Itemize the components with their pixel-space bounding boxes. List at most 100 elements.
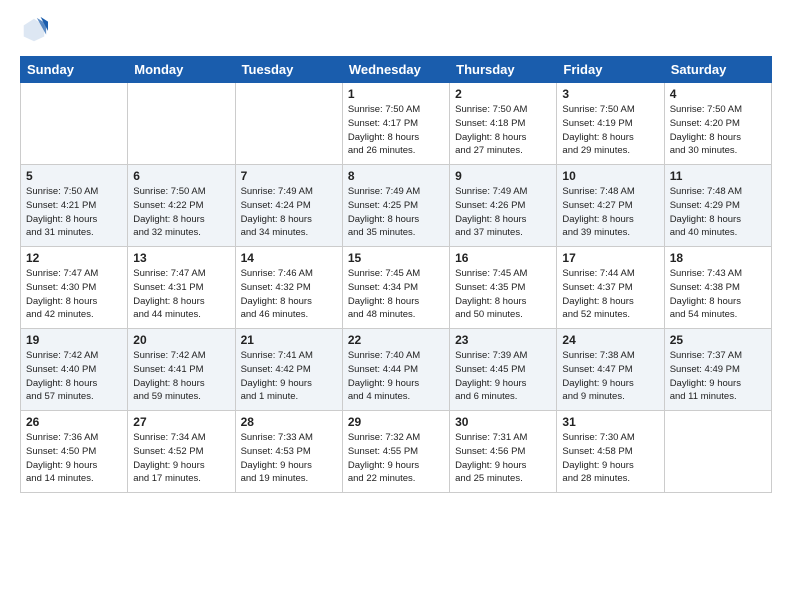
calendar-cell: 27Sunrise: 7:34 AM Sunset: 4:52 PM Dayli…	[128, 411, 235, 493]
cell-info: Sunrise: 7:45 AM Sunset: 4:34 PM Dayligh…	[348, 267, 444, 322]
cell-info: Sunrise: 7:49 AM Sunset: 4:24 PM Dayligh…	[241, 185, 337, 240]
cell-day-number: 2	[455, 87, 551, 101]
calendar-cell: 10 Sunrise: 7:48 AM Sunset: 4:27 PM Dayli…	[557, 165, 664, 247]
cell-info: Sunrise: 7:49 AM Sunset: 4:26 PM Dayligh…	[455, 185, 551, 240]
cell-info: Sunrise: 7:37 AM Sunset: 4:49 PM Dayligh…	[670, 349, 766, 404]
weekday-header-sunday: Sunday	[21, 57, 128, 83]
cell-day-number: 8	[348, 169, 444, 183]
calendar-cell: 29Sunrise: 7:32 AM Sunset: 4:55 PM Dayli…	[342, 411, 449, 493]
calendar-cell: 1 Sunrise: 7:50 AM Sunset: 4:17 PM Daylig…	[342, 83, 449, 165]
cell-info: Sunrise: 7:32 AM Sunset: 4:55 PM Dayligh…	[348, 431, 444, 486]
cell-day-number: 4	[670, 87, 766, 101]
cell-info: Sunrise: 7:46 AM Sunset: 4:32 PM Dayligh…	[241, 267, 337, 322]
cell-day-number: 6	[133, 169, 229, 183]
calendar-cell	[21, 83, 128, 165]
calendar-cell: 15 Sunrise: 7:45 AM Sunset: 4:34 PM Dayli…	[342, 247, 449, 329]
cell-day-number: 30	[455, 415, 551, 429]
calendar-table: SundayMondayTuesdayWednesdayThursdayFrid…	[20, 56, 772, 493]
cell-info: Sunrise: 7:45 AM Sunset: 4:35 PM Dayligh…	[455, 267, 551, 322]
header	[20, 16, 772, 44]
cell-info: Sunrise: 7:50 AM Sunset: 4:22 PM Dayligh…	[133, 185, 229, 240]
cell-day-number: 20	[133, 333, 229, 347]
calendar-cell: 22 Sunrise: 7:40 AM Sunset: 4:44 PM Dayli…	[342, 329, 449, 411]
calendar-cell: 28Sunrise: 7:33 AM Sunset: 4:53 PM Dayli…	[235, 411, 342, 493]
cell-day-number: 23	[455, 333, 551, 347]
cell-info: Sunrise: 7:39 AM Sunset: 4:45 PM Dayligh…	[455, 349, 551, 404]
calendar-cell: 16 Sunrise: 7:45 AM Sunset: 4:35 PM Dayli…	[450, 247, 557, 329]
calendar-cell: 11Sunrise: 7:48 AM Sunset: 4:29 PM Dayli…	[664, 165, 771, 247]
cell-info: Sunrise: 7:47 AM Sunset: 4:31 PM Dayligh…	[133, 267, 229, 322]
week-row-4: 19 Sunrise: 7:42 AM Sunset: 4:40 PM Dayli…	[21, 329, 772, 411]
cell-info: Sunrise: 7:42 AM Sunset: 4:41 PM Dayligh…	[133, 349, 229, 404]
calendar-cell: 26Sunrise: 7:36 AM Sunset: 4:50 PM Dayli…	[21, 411, 128, 493]
weekday-header-monday: Monday	[128, 57, 235, 83]
cell-day-number: 7	[241, 169, 337, 183]
cell-day-number: 3	[562, 87, 658, 101]
weekday-header-tuesday: Tuesday	[235, 57, 342, 83]
calendar-cell: 19 Sunrise: 7:42 AM Sunset: 4:40 PM Dayli…	[21, 329, 128, 411]
cell-info: Sunrise: 7:38 AM Sunset: 4:47 PM Dayligh…	[562, 349, 658, 404]
calendar-cell: 5 Sunrise: 7:50 AM Sunset: 4:21 PM Daylig…	[21, 165, 128, 247]
calendar-cell: 18Sunrise: 7:43 AM Sunset: 4:38 PM Dayli…	[664, 247, 771, 329]
cell-day-number: 10	[562, 169, 658, 183]
cell-info: Sunrise: 7:49 AM Sunset: 4:25 PM Dayligh…	[348, 185, 444, 240]
cell-info: Sunrise: 7:50 AM Sunset: 4:21 PM Dayligh…	[26, 185, 122, 240]
cell-day-number: 22	[348, 333, 444, 347]
calendar-cell: 20 Sunrise: 7:42 AM Sunset: 4:41 PM Dayli…	[128, 329, 235, 411]
cell-day-number: 5	[26, 169, 122, 183]
cell-day-number: 26	[26, 415, 122, 429]
week-row-2: 5 Sunrise: 7:50 AM Sunset: 4:21 PM Daylig…	[21, 165, 772, 247]
cell-info: Sunrise: 7:50 AM Sunset: 4:19 PM Dayligh…	[562, 103, 658, 158]
cell-day-number: 9	[455, 169, 551, 183]
logo	[20, 16, 50, 44]
page: SundayMondayTuesdayWednesdayThursdayFrid…	[0, 0, 792, 509]
calendar-cell: 2Sunrise: 7:50 AM Sunset: 4:18 PM Daylig…	[450, 83, 557, 165]
calendar-cell: 31 Sunrise: 7:30 AM Sunset: 4:58 PM Dayli…	[557, 411, 664, 493]
calendar-cell	[235, 83, 342, 165]
calendar-cell	[664, 411, 771, 493]
calendar-cell: 25 Sunrise: 7:37 AM Sunset: 4:49 PM Dayli…	[664, 329, 771, 411]
weekday-header-saturday: Saturday	[664, 57, 771, 83]
logo-icon	[20, 16, 48, 44]
cell-day-number: 31	[562, 415, 658, 429]
calendar-cell: 9 Sunrise: 7:49 AM Sunset: 4:26 PM Daylig…	[450, 165, 557, 247]
calendar-cell: 4Sunrise: 7:50 AM Sunset: 4:20 PM Daylig…	[664, 83, 771, 165]
cell-day-number: 17	[562, 251, 658, 265]
cell-day-number: 14	[241, 251, 337, 265]
calendar-cell: 21Sunrise: 7:41 AM Sunset: 4:42 PM Dayli…	[235, 329, 342, 411]
cell-info: Sunrise: 7:44 AM Sunset: 4:37 PM Dayligh…	[562, 267, 658, 322]
weekday-header-wednesday: Wednesday	[342, 57, 449, 83]
cell-day-number: 24	[562, 333, 658, 347]
week-row-5: 26Sunrise: 7:36 AM Sunset: 4:50 PM Dayli…	[21, 411, 772, 493]
cell-info: Sunrise: 7:42 AM Sunset: 4:40 PM Dayligh…	[26, 349, 122, 404]
calendar-cell: 8 Sunrise: 7:49 AM Sunset: 4:25 PM Daylig…	[342, 165, 449, 247]
cell-day-number: 25	[670, 333, 766, 347]
cell-info: Sunrise: 7:34 AM Sunset: 4:52 PM Dayligh…	[133, 431, 229, 486]
cell-info: Sunrise: 7:30 AM Sunset: 4:58 PM Dayligh…	[562, 431, 658, 486]
weekday-header-friday: Friday	[557, 57, 664, 83]
cell-day-number: 18	[670, 251, 766, 265]
cell-info: Sunrise: 7:48 AM Sunset: 4:27 PM Dayligh…	[562, 185, 658, 240]
cell-day-number: 15	[348, 251, 444, 265]
calendar-cell: 7 Sunrise: 7:49 AM Sunset: 4:24 PM Daylig…	[235, 165, 342, 247]
calendar-cell: 14 Sunrise: 7:46 AM Sunset: 4:32 PM Dayli…	[235, 247, 342, 329]
calendar-cell: 6 Sunrise: 7:50 AM Sunset: 4:22 PM Daylig…	[128, 165, 235, 247]
weekday-header-thursday: Thursday	[450, 57, 557, 83]
cell-day-number: 21	[241, 333, 337, 347]
cell-day-number: 16	[455, 251, 551, 265]
calendar-cell: 3 Sunrise: 7:50 AM Sunset: 4:19 PM Daylig…	[557, 83, 664, 165]
calendar-cell: 12Sunrise: 7:47 AM Sunset: 4:30 PM Dayli…	[21, 247, 128, 329]
cell-day-number: 13	[133, 251, 229, 265]
cell-info: Sunrise: 7:31 AM Sunset: 4:56 PM Dayligh…	[455, 431, 551, 486]
week-row-1: 1 Sunrise: 7:50 AM Sunset: 4:17 PM Daylig…	[21, 83, 772, 165]
calendar-cell: 24 Sunrise: 7:38 AM Sunset: 4:47 PM Dayli…	[557, 329, 664, 411]
calendar-cell: 30 Sunrise: 7:31 AM Sunset: 4:56 PM Dayli…	[450, 411, 557, 493]
calendar-cell: 17 Sunrise: 7:44 AM Sunset: 4:37 PM Dayli…	[557, 247, 664, 329]
weekday-header-row: SundayMondayTuesdayWednesdayThursdayFrid…	[21, 57, 772, 83]
cell-info: Sunrise: 7:50 AM Sunset: 4:17 PM Dayligh…	[348, 103, 444, 158]
cell-info: Sunrise: 7:47 AM Sunset: 4:30 PM Dayligh…	[26, 267, 122, 322]
cell-day-number: 28	[241, 415, 337, 429]
cell-info: Sunrise: 7:40 AM Sunset: 4:44 PM Dayligh…	[348, 349, 444, 404]
cell-day-number: 19	[26, 333, 122, 347]
cell-day-number: 1	[348, 87, 444, 101]
